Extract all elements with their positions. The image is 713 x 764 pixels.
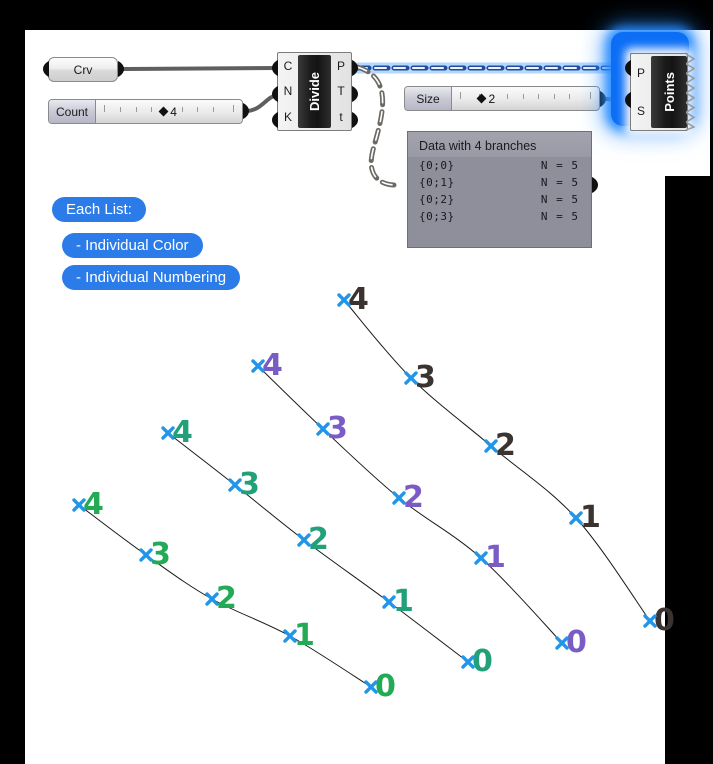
point-index-label: 2 (216, 581, 237, 616)
point-index-label: 1 (393, 584, 414, 619)
point-index-label: 3 (327, 411, 348, 446)
curve-series: 4 3 2 1 0 (337, 282, 675, 638)
point-index-label: 0 (375, 669, 396, 704)
point-index-label: 3 (415, 360, 436, 395)
point-index-label: 2 (495, 428, 516, 463)
point-index-label: 0 (472, 644, 493, 679)
point-index-label: 1 (485, 540, 506, 575)
point-index-label: 1 (294, 618, 315, 653)
point-index-label: 4 (262, 348, 283, 383)
point-index-label: 3 (239, 467, 260, 502)
curve-series: 4 3 2 1 0 (72, 487, 396, 704)
point-index-label: 0 (566, 625, 587, 660)
point-index-label: 4 (83, 487, 104, 522)
point-index-label: 3 (150, 537, 171, 572)
point-index-label: 2 (403, 480, 424, 515)
point-index-label: 1 (580, 500, 601, 535)
point-index-label: 0 (654, 603, 675, 638)
geometry-viewport: 4 3 2 1 0 4 3 2 1 0 4 3 2 1 0 4 3 2 1 0 (72, 282, 675, 704)
point-index-label: 2 (308, 522, 329, 557)
point-index-label: 4 (172, 415, 193, 450)
curve-series: 4 3 2 1 0 (161, 415, 493, 679)
point-index-label: 4 (348, 282, 369, 317)
